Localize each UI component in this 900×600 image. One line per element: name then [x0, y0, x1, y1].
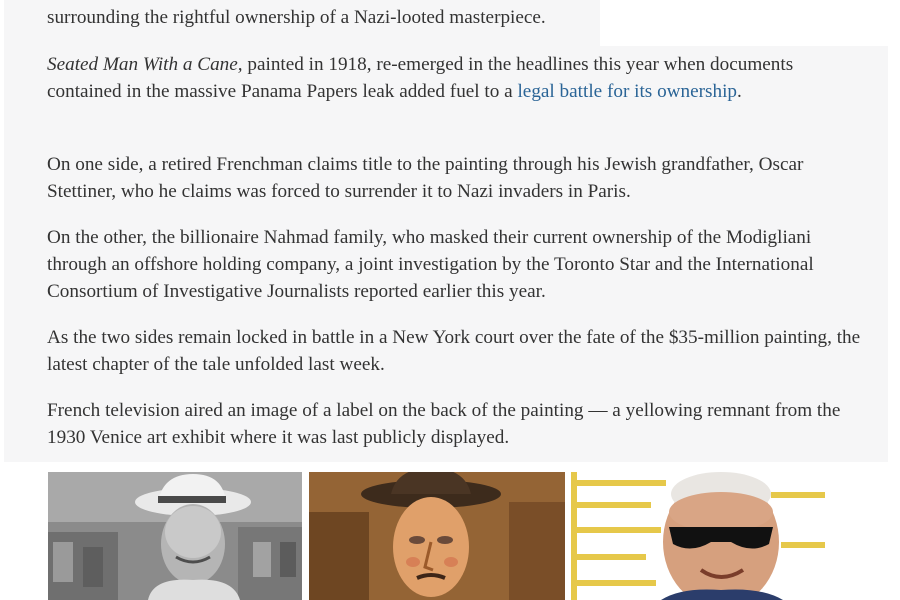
painting-seated-man-with-cane — [309, 472, 565, 600]
paragraph-nahmad-family: On the other, the billionaire Nahmad fam… — [47, 227, 814, 302]
painting-title: Seated Man With a Cane, — [47, 54, 243, 75]
paragraph-intro-tail: surrounding the rightful ownership of a … — [47, 7, 546, 28]
paragraph-court-battle: As the two sides remain locked in battle… — [47, 327, 861, 375]
paragraph-period: . — [737, 81, 742, 102]
paragraph-french-television: French television aired an image of a la… — [47, 400, 841, 448]
photo-man-in-white-hat — [48, 472, 302, 600]
legal-battle-link[interactable]: legal battle for its ownership — [517, 81, 737, 102]
paragraph-painting-headline: Seated Man With a Cane, painted in 1918,… — [47, 51, 862, 105]
paragraph-frenchman-claim: On one side, a retired Frenchman claims … — [47, 154, 804, 202]
photo-man-in-sunglasses — [571, 472, 825, 600]
